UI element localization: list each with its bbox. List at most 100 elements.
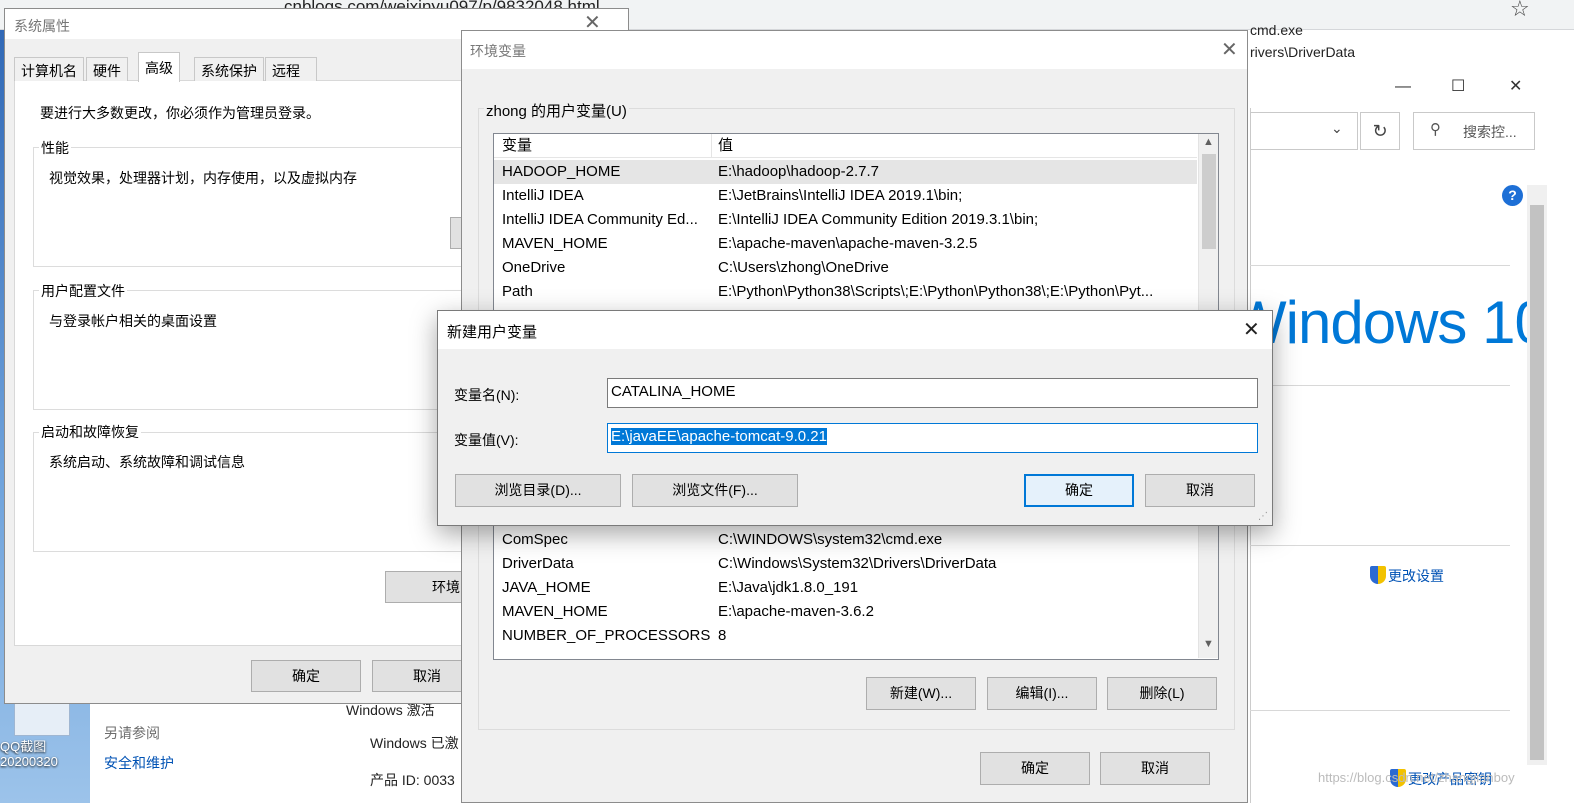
env-ok-button[interactable]: 确定 <box>980 752 1090 785</box>
user-profiles-title: 用户配置文件 <box>39 281 127 301</box>
column-header-value[interactable]: 值 <box>718 134 1196 158</box>
user-vars-scrollbar[interactable]: ▲ <box>1198 134 1218 312</box>
var-name: DriverData <box>502 555 574 572</box>
var-value: 8 <box>718 627 727 644</box>
windows-logo-text: Windows 10 <box>1230 289 1548 356</box>
close-icon[interactable]: ✕ <box>1243 320 1260 340</box>
search-icon: ⚲ <box>1430 121 1441 138</box>
user-profiles-group <box>33 290 473 410</box>
shield-icon <box>1370 566 1386 584</box>
product-id: 产品 ID: 0033 <box>370 772 455 788</box>
table-row[interactable]: HADOOP_HOME E:\hadoop\hadoop-2.7.7 <box>494 160 1197 184</box>
browse-file-button[interactable]: 浏览文件(F)... <box>632 474 798 507</box>
var-value: E:\Python\Python38\Scripts\;E:\Python\Py… <box>718 283 1154 300</box>
scrollbar-thumb[interactable] <box>1202 154 1216 249</box>
delete-variable-button[interactable]: 删除(L) <box>1107 677 1217 710</box>
desktop-shortcut-icon[interactable] <box>14 700 70 736</box>
var-name: Path <box>502 283 533 300</box>
desktop-icon-label-2: 20200320 <box>0 754 58 769</box>
startup-recovery-title: 启动和故障恢复 <box>39 422 141 442</box>
scroll-down-icon[interactable]: ▼ <box>1200 638 1217 650</box>
table-row[interactable]: ComSpec C:\WINDOWS\system32\cmd.exe <box>494 528 1197 552</box>
maximize-icon[interactable]: ☐ <box>1451 76 1465 96</box>
table-row[interactable]: NUMBER_OF_PROCESSORS 8 <box>494 624 1197 648</box>
cp-scrollbar-thumb[interactable] <box>1530 205 1544 760</box>
new-variable-button[interactable]: 新建(W)... <box>866 677 976 710</box>
var-name: MAVEN_HOME <box>502 603 608 620</box>
resize-grip-icon[interactable]: ⋰ <box>1258 511 1268 522</box>
var-name: HADOOP_HOME <box>502 163 621 180</box>
control-panel-window <box>1250 68 1524 803</box>
browse-directory-button[interactable]: 浏览目录(D)... <box>455 474 621 507</box>
tab-advanced[interactable]: 高级 <box>138 52 180 82</box>
new-var-titlebar <box>438 311 1272 349</box>
security-maintenance-link[interactable]: 安全和维护 <box>104 753 174 773</box>
new-var-ok-button[interactable]: 确定 <box>1024 474 1134 507</box>
scroll-up-icon[interactable]: ▲ <box>1200 136 1217 148</box>
close-icon[interactable]: ✕ <box>1509 76 1522 96</box>
new-user-variable-dialog: 新建用户变量 ✕ 变量名(N): CATALINA_HOME 变量值(V): E… <box>437 310 1273 526</box>
var-value: C:\Users\zhong\OneDrive <box>718 259 889 276</box>
var-name: OneDrive <box>502 259 566 276</box>
var-value: E:\apache-maven\apache-maven-3.2.5 <box>718 235 978 252</box>
user-profiles-desc: 与登录帐户相关的桌面设置 <box>49 313 217 329</box>
divider <box>1250 710 1510 711</box>
column-header-variable[interactable]: 变量 <box>502 134 712 158</box>
variable-name-input[interactable]: CATALINA_HOME <box>607 378 1258 408</box>
table-row[interactable]: IntelliJ IDEA Community Ed... E:\Intelli… <box>494 208 1197 232</box>
webpage-text-line: rivers\DriverData <box>1250 44 1356 60</box>
tab-remote[interactable]: 远程 <box>265 57 317 81</box>
env-titlebar <box>462 31 1247 69</box>
cancel-button[interactable]: 取消 <box>372 660 472 692</box>
table-row[interactable]: MAVEN_HOME E:\apache-maven-3.6.2 <box>494 600 1197 624</box>
watermark: https://blog.csdn.net/zhangjianboy <box>1318 770 1515 785</box>
new-var-title: 新建用户变量 <box>447 324 538 341</box>
table-row[interactable]: Path E:\Python\Python38\Scripts\;E:\Pyth… <box>494 280 1197 304</box>
table-row[interactable]: IntelliJ IDEA E:\JetBrains\IntelliJ IDEA… <box>494 184 1197 208</box>
system-vars-list[interactable]: ComSpec C:\WINDOWS\system32\cmd.exe Driv… <box>493 524 1219 660</box>
see-also-heading: 另请参阅 <box>104 725 160 741</box>
var-name: IntelliJ IDEA Community Ed... <box>502 211 698 228</box>
webpage-text-line: cmd.exe <box>1250 22 1303 38</box>
change-settings-link[interactable]: 更改设置 <box>1370 566 1444 586</box>
var-value: C:\WINDOWS\system32\cmd.exe <box>718 531 943 548</box>
change-settings-label: 更改设置 <box>1388 568 1444 584</box>
table-row[interactable]: OneDrive C:\Users\zhong\OneDrive <box>494 256 1197 280</box>
performance-title: 性能 <box>39 138 71 158</box>
ok-button[interactable]: 确定 <box>251 660 361 692</box>
startup-recovery-desc: 系统启动、系统故障和调试信息 <box>49 454 245 470</box>
table-row[interactable]: JAVA_HOME E:\Java\jdk1.8.0_191 <box>494 576 1197 600</box>
var-name: NUMBER_OF_PROCESSORS <box>502 627 711 644</box>
tab-hardware[interactable]: 硬件 <box>86 57 128 81</box>
tab-computer-name[interactable]: 计算机名 <box>14 57 84 81</box>
variable-value-label: 变量值(V): <box>454 432 519 448</box>
var-value: E:\Java\jdk1.8.0_191 <box>718 579 859 596</box>
table-row[interactable]: MAVEN_HOME E:\apache-maven\apache-maven-… <box>494 232 1197 256</box>
cp-titlebar <box>1250 68 1524 108</box>
desktop-icon-label: QQ截图 <box>0 739 47 754</box>
new-var-cancel-button[interactable]: 取消 <box>1145 474 1255 507</box>
divider <box>1250 265 1510 266</box>
system-vars-scrollbar[interactable]: ▼ <box>1198 524 1218 658</box>
var-value: E:\hadoop\hadoop-2.7.7 <box>718 163 879 180</box>
edit-variable-button[interactable]: 编辑(I)... <box>987 677 1097 710</box>
var-name: ComSpec <box>502 531 568 548</box>
admin-notice: 要进行大多数更改，你必须作为管理员登录。 <box>40 105 320 121</box>
var-name: IntelliJ IDEA <box>502 187 584 204</box>
tab-system-protection[interactable]: 系统保护 <box>194 57 264 81</box>
env-cancel-button[interactable]: 取消 <box>1100 752 1210 785</box>
variable-name-label: 变量名(N): <box>454 387 520 403</box>
variable-value-input[interactable]: E:\javaEE\apache-tomcat-9.0.21 <box>607 423 1258 453</box>
minimize-icon[interactable]: — <box>1395 78 1411 96</box>
table-row[interactable]: DriverData C:\Windows\System32\Drivers\D… <box>494 552 1197 576</box>
var-name: MAVEN_HOME <box>502 235 608 252</box>
star-icon[interactable]: ☆ <box>1510 0 1530 20</box>
help-icon[interactable]: ? <box>1502 185 1523 206</box>
selected-value-text: E:\javaEE\apache-tomcat-9.0.21 <box>611 428 827 445</box>
chevron-down-icon[interactable]: ⌄ <box>1331 120 1343 137</box>
close-icon[interactable]: ✕ <box>1221 40 1238 60</box>
user-vars-list[interactable]: 变量 值 HADOOP_HOME E:\hadoop\hadoop-2.7.7 … <box>493 133 1219 313</box>
activation-status: Windows 已激 <box>370 735 459 751</box>
refresh-icon[interactable]: ↻ <box>1360 112 1400 150</box>
var-value: E:\apache-maven-3.6.2 <box>718 603 874 620</box>
